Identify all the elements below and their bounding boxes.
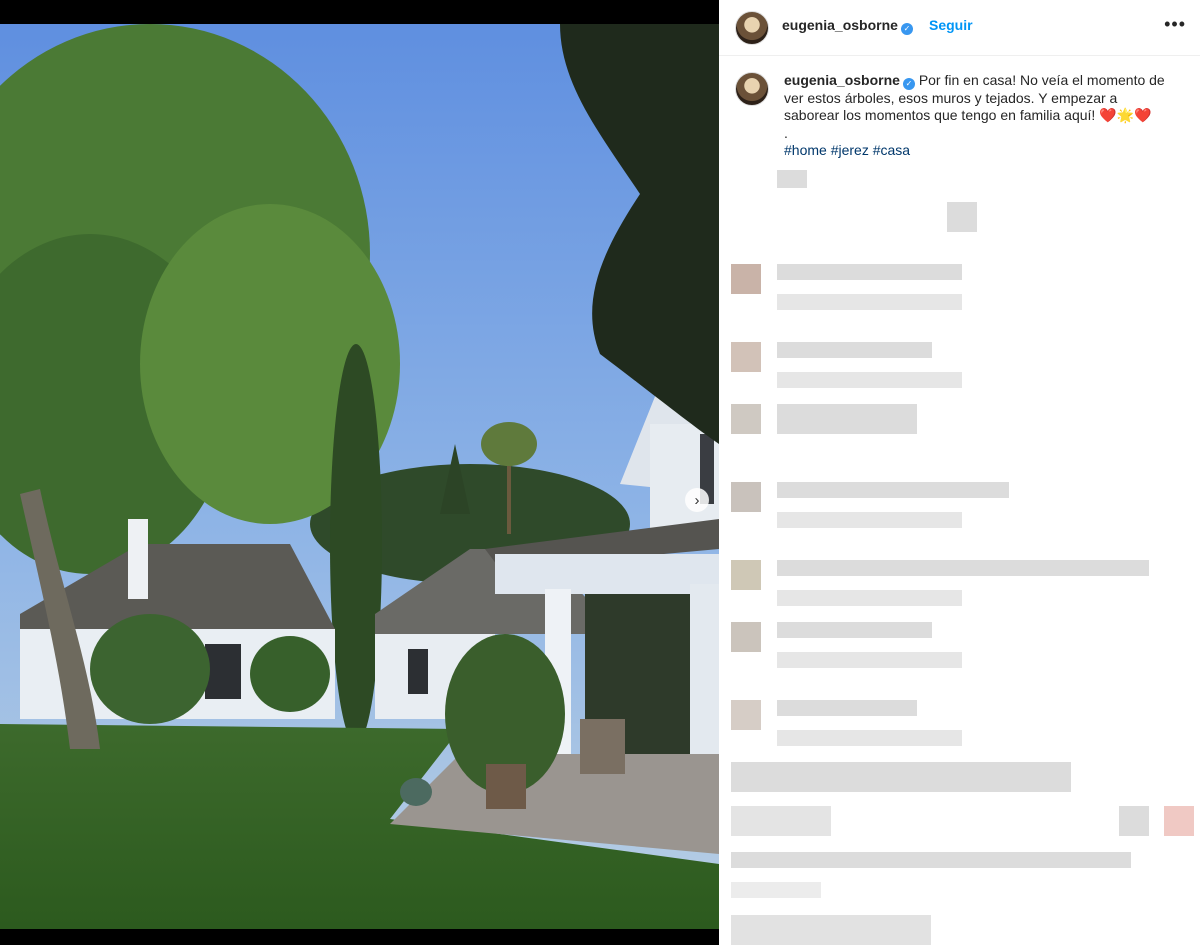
blurred-block (777, 622, 932, 638)
caption-username[interactable]: eugenia_osborne (784, 72, 900, 88)
blurred-block (777, 342, 932, 358)
blurred-comments (719, 160, 1200, 945)
blurred-block (777, 652, 962, 668)
blurred-block (731, 915, 931, 945)
post-sidebar: eugenia_osborne ✓ Seguir ••• eugenia_osbo… (719, 0, 1200, 945)
more-options-icon[interactable]: ••• (1164, 14, 1186, 35)
blurred-block (731, 806, 831, 836)
chevron-right-icon: › (694, 491, 700, 509)
blurred-block (777, 590, 962, 606)
blurred-block (731, 404, 761, 434)
blurred-block (731, 264, 761, 294)
caption-dot: . (784, 124, 788, 141)
header-username[interactable]: eugenia_osborne (782, 17, 898, 33)
verified-badge-icon: ✓ (900, 22, 913, 35)
blurred-block (731, 622, 761, 652)
verified-badge-icon: ✓ (902, 77, 915, 90)
blurred-block (777, 170, 807, 188)
caption-hashtags[interactable]: #home #jerez #casa (784, 142, 910, 158)
blurred-block (1119, 806, 1149, 836)
blurred-block (777, 730, 962, 746)
blurred-block (731, 342, 761, 372)
blurred-block (777, 372, 962, 388)
blurred-block (777, 512, 962, 528)
caption-avatar[interactable] (735, 72, 769, 106)
post-header: eugenia_osborne ✓ Seguir ••• (719, 0, 1200, 56)
header-username-wrap[interactable]: eugenia_osborne ✓ (782, 17, 913, 35)
blurred-block (777, 264, 962, 280)
blurred-block (731, 700, 761, 730)
blurred-block (777, 294, 962, 310)
blurred-block (777, 560, 1149, 576)
blurred-block (731, 482, 761, 512)
blurred-block (731, 852, 1131, 868)
blurred-block (777, 482, 1009, 498)
follow-button[interactable]: Seguir (929, 17, 973, 33)
blurred-block (731, 560, 761, 590)
blurred-block (731, 882, 821, 898)
caption: eugenia_osborne ✓ Por fin en casa! No veí… (784, 72, 1174, 160)
carousel-next-button[interactable]: › (685, 488, 709, 512)
blurred-block (1164, 806, 1194, 836)
blurred-block (731, 762, 1071, 792)
blurred-block (777, 700, 917, 716)
avatar[interactable] (735, 11, 769, 45)
blurred-block (947, 202, 977, 232)
blurred-block (777, 404, 917, 434)
garden-house-image (0, 24, 719, 929)
post-photo[interactable]: › (0, 24, 719, 929)
